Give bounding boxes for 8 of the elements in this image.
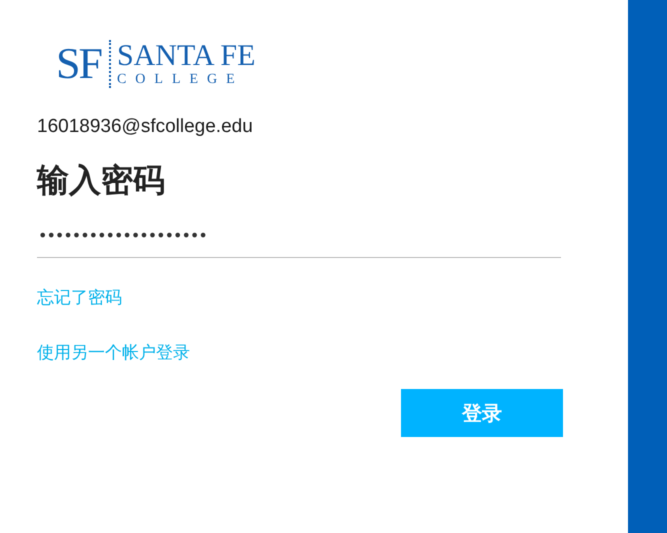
account-email: 16018936@sfcollege.edu [37, 116, 254, 138]
sign-in-button[interactable]: 登录 [401, 389, 563, 437]
logo-monogram: SF [56, 40, 111, 88]
link[interactable]: 使用另一个帐户登录 [37, 342, 190, 364]
link[interactable]: 忘记了密码 [37, 287, 122, 309]
logo-name: SANTA FE [116, 40, 256, 72]
logo-subtitle: COLLEGE [116, 72, 245, 88]
page-title: 输入密码 [37, 160, 166, 200]
